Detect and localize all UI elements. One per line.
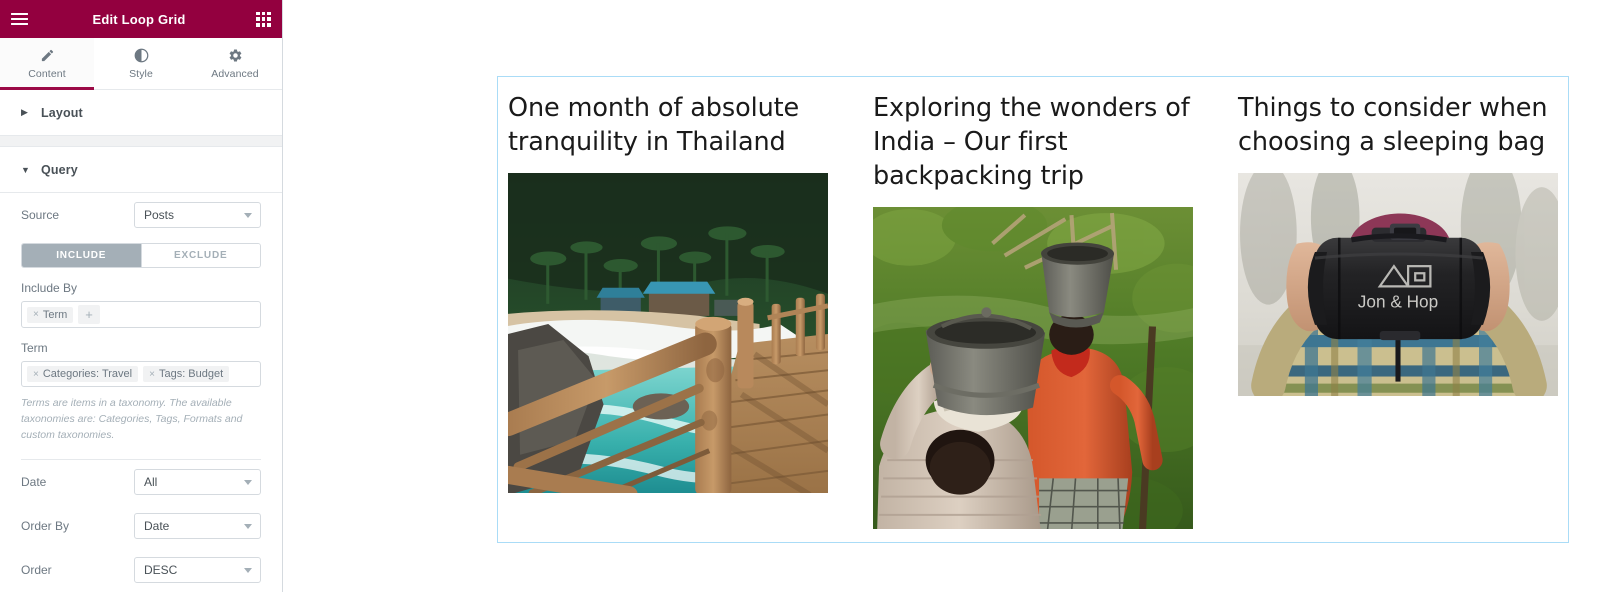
source-label: Source	[21, 208, 60, 222]
chip-tags-budget[interactable]: × Tags: Budget	[143, 366, 230, 382]
include-by-input[interactable]: × Term +	[21, 301, 261, 328]
include-exclude-toggle: INCLUDE EXCLUDE	[21, 243, 261, 268]
post-featured-image[interactable]	[873, 207, 1193, 530]
contrast-icon	[134, 47, 149, 63]
tab-content[interactable]: Content	[0, 38, 94, 90]
chevron-down-icon	[244, 568, 252, 574]
term-input[interactable]: × Categories: Travel × Tags: Budget	[21, 361, 261, 387]
source-value: Posts	[144, 208, 175, 222]
chevron-down-icon: ▼	[21, 164, 30, 175]
tab-style-label: Style	[129, 68, 153, 80]
panel-header: Edit Loop Grid	[0, 0, 282, 38]
chip-categories-travel[interactable]: × Categories: Travel	[27, 366, 139, 382]
order-label: Order	[21, 563, 52, 578]
control-date: Date All	[21, 460, 261, 504]
term-label: Term	[21, 341, 48, 355]
chevron-right-icon: ▶	[21, 107, 28, 117]
date-select[interactable]: All	[134, 469, 261, 496]
pencil-icon	[40, 47, 55, 63]
chip-term[interactable]: × Term	[27, 306, 74, 323]
tab-advanced-label: Advanced	[211, 68, 259, 80]
query-controls: Source Posts INCLUDE EXCLUDE Include By …	[0, 193, 282, 592]
date-value: All	[144, 475, 158, 490]
control-order-by: Order By Date	[21, 504, 261, 548]
chevron-down-icon	[244, 480, 252, 486]
chip-tags-budget-label: Tags: Budget	[158, 368, 224, 380]
chip-term-label: Term	[42, 308, 68, 321]
loop-grid-widget[interactable]: One month of absolute tranquility in Tha…	[497, 76, 1569, 543]
post-featured-image[interactable]: Jon & Hop	[1238, 173, 1558, 397]
section-query[interactable]: ▼ Query	[0, 147, 282, 193]
section-divider	[0, 136, 282, 147]
loop-item[interactable]: One month of absolute tranquility in Tha…	[508, 91, 828, 542]
tab-style[interactable]: Style	[94, 38, 188, 89]
elementor-editor: Edit Loop Grid Content Style Advanced ▶ …	[0, 0, 1604, 592]
chip-categories-travel-label: Categories: Travel	[42, 368, 133, 380]
include-tab[interactable]: INCLUDE	[22, 244, 142, 267]
order-by-select[interactable]: Date	[134, 513, 261, 540]
section-query-title: Query	[41, 162, 78, 177]
post-title[interactable]: Things to consider when choosing a sleep…	[1238, 91, 1558, 159]
close-icon[interactable]: ×	[149, 369, 155, 380]
order-value: DESC	[144, 563, 178, 578]
exclude-tab[interactable]: EXCLUDE	[141, 244, 260, 267]
tab-advanced[interactable]: Advanced	[188, 38, 282, 89]
close-icon[interactable]: ×	[33, 309, 39, 320]
bag-brand-text: Jon & Hop	[1358, 292, 1438, 312]
chevron-down-icon	[244, 524, 252, 530]
post-title[interactable]: One month of absolute tranquility in Tha…	[508, 91, 828, 159]
term-help-text: Terms are items in a taxonomy. The avail…	[21, 397, 243, 441]
post-title[interactable]: Exploring the wonders of India – Our fir…	[873, 91, 1193, 193]
control-source: Source Posts	[21, 193, 261, 237]
close-icon[interactable]: ×	[33, 369, 39, 380]
section-layout[interactable]: ▶ Layout	[0, 90, 282, 136]
panel-tabs: Content Style Advanced	[0, 38, 282, 90]
editor-panel: Edit Loop Grid Content Style Advanced ▶ …	[0, 0, 283, 592]
post-featured-image[interactable]	[508, 173, 828, 494]
loop-item[interactable]: Exploring the wonders of India – Our fir…	[873, 91, 1193, 542]
preview-canvas: One month of absolute tranquility in Tha…	[283, 0, 1604, 592]
loop-item[interactable]: Things to consider when choosing a sleep…	[1238, 91, 1558, 542]
page-title: Edit Loop Grid	[92, 11, 186, 27]
section-layout-title: Layout	[41, 105, 83, 120]
add-include-by-button[interactable]: +	[78, 305, 100, 324]
order-by-label: Order By	[21, 519, 70, 534]
control-order: Order DESC	[21, 548, 261, 592]
include-by-label: Include By	[21, 281, 78, 295]
gear-icon	[228, 47, 243, 63]
order-by-value: Date	[144, 519, 170, 534]
source-select[interactable]: Posts	[134, 202, 261, 228]
date-label: Date	[21, 475, 47, 490]
grid-apps-icon[interactable]	[256, 11, 271, 27]
tab-content-label: Content	[28, 68, 66, 80]
chevron-down-icon	[244, 213, 252, 218]
order-select[interactable]: DESC	[134, 557, 261, 584]
